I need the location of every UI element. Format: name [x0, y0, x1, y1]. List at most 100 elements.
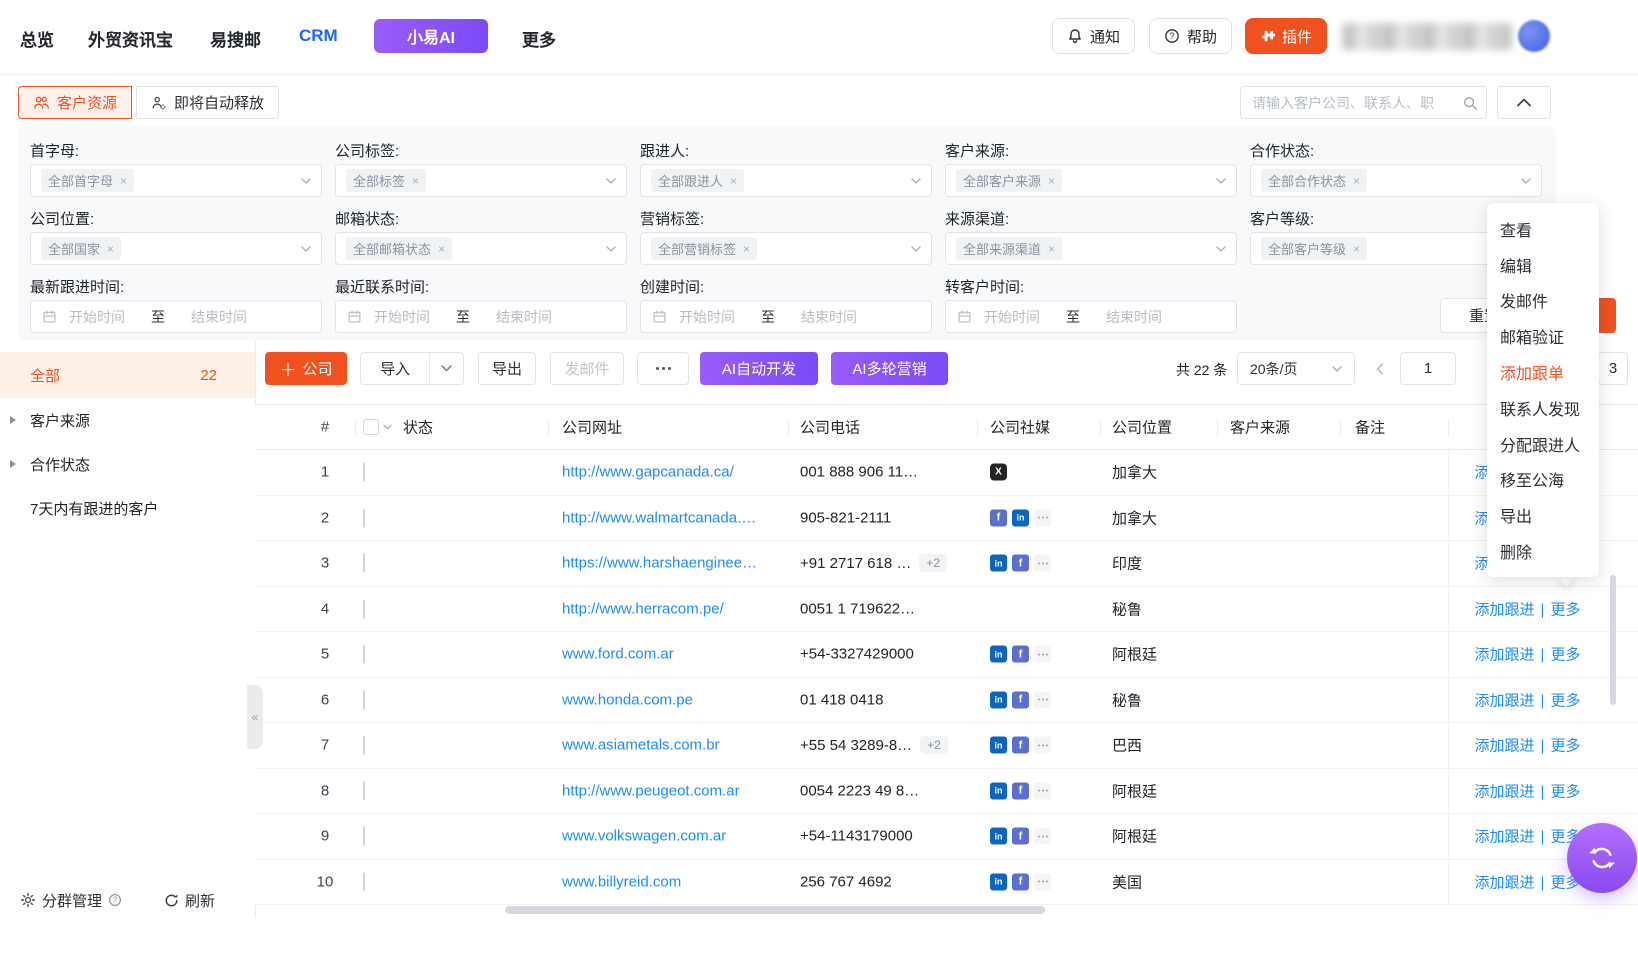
ai-develop-button[interactable]: AI自动开发 [700, 352, 818, 385]
filter-select[interactable]: 全部邮箱状态× [335, 232, 627, 265]
nav-item-1[interactable]: 总览 [20, 26, 54, 51]
sync-fab-button[interactable] [1567, 823, 1637, 893]
company-website-link[interactable]: www.honda.com.pe [562, 691, 693, 708]
more-social-icon[interactable] [1034, 828, 1051, 845]
filter-select[interactable]: 全部合作状态× [1250, 164, 1542, 197]
more-actions-link[interactable]: 更多 [1550, 647, 1580, 664]
row-checkbox[interactable] [363, 599, 365, 618]
company-website-link[interactable]: http://www.walmartcanada.… [562, 509, 756, 526]
linkedin-icon[interactable]: in [990, 782, 1007, 799]
remove-tag-icon[interactable]: × [1353, 242, 1360, 256]
notifications-button[interactable]: 通知 [1052, 18, 1135, 54]
remove-tag-icon[interactable]: × [743, 242, 750, 256]
add-follow-up-link[interactable]: 添加跟进 [1475, 783, 1535, 800]
row-checkbox[interactable] [363, 554, 365, 573]
linkedin-icon[interactable]: in [990, 828, 1007, 845]
add-follow-up-link[interactable]: 添加跟进 [1475, 874, 1535, 891]
chevron-down-icon[interactable] [383, 424, 392, 430]
more-social-icon[interactable] [1034, 555, 1051, 572]
more-actions-button[interactable] [637, 352, 689, 385]
more-social-icon[interactable] [1034, 737, 1051, 754]
horizontal-scrollbar[interactable] [505, 906, 1045, 914]
add-follow-up-link[interactable]: 添加跟进 [1475, 692, 1535, 709]
help-button[interactable]: ? 帮助 [1149, 18, 1232, 54]
column-location[interactable]: 公司位置 [1112, 417, 1172, 438]
company-website-link[interactable]: www.asiametals.com.br [562, 737, 720, 754]
date-range-input[interactable]: 开始时间至结束时间 [640, 300, 932, 333]
column-website[interactable]: 公司网址 [562, 417, 622, 438]
context-menu-item-7[interactable]: 分配跟进人 [1487, 426, 1599, 462]
row-checkbox[interactable] [363, 872, 365, 891]
sidebar-item-4[interactable]: 7天内有跟进的客户 [0, 486, 255, 530]
chevron-down-icon[interactable] [430, 365, 463, 372]
add-follow-up-link[interactable]: 添加跟进 [1475, 601, 1535, 618]
sidebar-item-3[interactable]: 合作状态 [0, 442, 255, 486]
filter-select[interactable]: 全部跟进人× [640, 164, 932, 197]
more-actions-link[interactable]: 更多 [1550, 692, 1580, 709]
more-actions-link[interactable]: 更多 [1550, 783, 1580, 800]
search-icon[interactable] [1462, 95, 1478, 111]
filter-select[interactable]: 全部国家× [30, 232, 322, 265]
nav-item-4[interactable]: CRM [299, 26, 338, 46]
filter-select[interactable]: 全部营销标签× [640, 232, 932, 265]
column-remark[interactable]: 备注 [1355, 417, 1385, 438]
context-menu-item-1[interactable]: 查看 [1487, 211, 1599, 247]
row-checkbox[interactable] [363, 463, 365, 482]
more-actions-link[interactable]: 更多 [1550, 738, 1580, 755]
remove-tag-icon[interactable]: × [438, 242, 445, 256]
linkedin-icon[interactable]: in [990, 873, 1007, 890]
more-social-icon[interactable] [1034, 509, 1051, 526]
more-social-icon[interactable] [1034, 691, 1051, 708]
nav-item-xiaoyi-ai[interactable]: 小易AI [374, 19, 488, 53]
remove-tag-icon[interactable]: × [120, 174, 127, 188]
row-checkbox[interactable] [363, 781, 365, 800]
column-source[interactable]: 客户来源 [1230, 417, 1290, 438]
filter-select[interactable]: 全部客户来源× [945, 164, 1237, 197]
sidebar-collapse-handle[interactable]: « [247, 685, 263, 749]
send-mail-button[interactable]: 发邮件 [550, 352, 624, 385]
context-menu-item-9[interactable]: 导出 [1487, 497, 1599, 533]
facebook-icon[interactable]: f [1012, 555, 1029, 572]
context-menu-item-4[interactable]: 邮箱验证 [1487, 318, 1599, 354]
context-menu-item-6[interactable]: 联系人发现 [1487, 390, 1599, 426]
pagination-page-3[interactable]: 3 [1598, 352, 1628, 385]
tab-auto-release[interactable]: 即将自动释放 [136, 86, 279, 119]
company-website-link[interactable]: www.ford.com.ar [562, 646, 674, 663]
more-social-icon[interactable] [1034, 782, 1051, 799]
pagination-prev-button[interactable] [1367, 352, 1393, 385]
caret-right-icon[interactable] [10, 416, 16, 424]
nav-item-2[interactable]: 外贸资讯宝 [88, 26, 173, 51]
more-social-icon[interactable] [1034, 873, 1051, 890]
facebook-icon[interactable]: f [1012, 873, 1029, 890]
context-menu-item-10[interactable]: 删除 [1487, 533, 1599, 569]
add-follow-up-link[interactable]: 添加跟进 [1475, 829, 1535, 846]
context-menu-item-5[interactable]: 添加跟单 [1487, 354, 1599, 390]
tab-customer-resources[interactable]: 客户资源 [18, 86, 132, 119]
column-phone[interactable]: 公司电话 [800, 417, 860, 438]
x-twitter-icon[interactable]: X [990, 464, 1007, 481]
remove-tag-icon[interactable]: × [107, 242, 114, 256]
context-menu-item-3[interactable]: 发邮件 [1487, 283, 1599, 319]
company-website-link[interactable]: http://www.peugeot.com.ar [562, 782, 740, 799]
row-checkbox[interactable] [363, 827, 365, 846]
facebook-icon[interactable]: f [1012, 828, 1029, 845]
export-button[interactable]: 导出 [478, 352, 536, 385]
page-size-select[interactable]: 20条/页 [1237, 352, 1355, 385]
add-follow-up-link[interactable]: 添加跟进 [1475, 647, 1535, 664]
nav-item-6[interactable]: 更多 [522, 26, 556, 51]
remove-tag-icon[interactable]: × [1048, 174, 1055, 188]
facebook-icon[interactable]: f [1012, 691, 1029, 708]
phone-extra-badge[interactable]: +2 [920, 736, 948, 754]
import-split-button[interactable]: 导入 [360, 352, 464, 385]
checkbox-icon[interactable] [363, 419, 379, 435]
select-all-checkbox[interactable] [363, 419, 392, 435]
company-website-link[interactable]: http://www.gapcanada.ca/ [562, 464, 734, 481]
sidebar-item-2[interactable]: 客户来源 [0, 398, 255, 442]
more-social-icon[interactable] [1034, 646, 1051, 663]
search-input[interactable] [1241, 87, 1486, 118]
group-manage-button[interactable]: 分群管理 ? [20, 890, 122, 911]
company-website-link[interactable]: www.volkswagen.com.ar [562, 828, 726, 845]
row-checkbox[interactable] [363, 645, 365, 664]
sidebar-item-1[interactable]: 全部22 [0, 352, 255, 398]
linkedin-icon[interactable]: in [990, 646, 1007, 663]
